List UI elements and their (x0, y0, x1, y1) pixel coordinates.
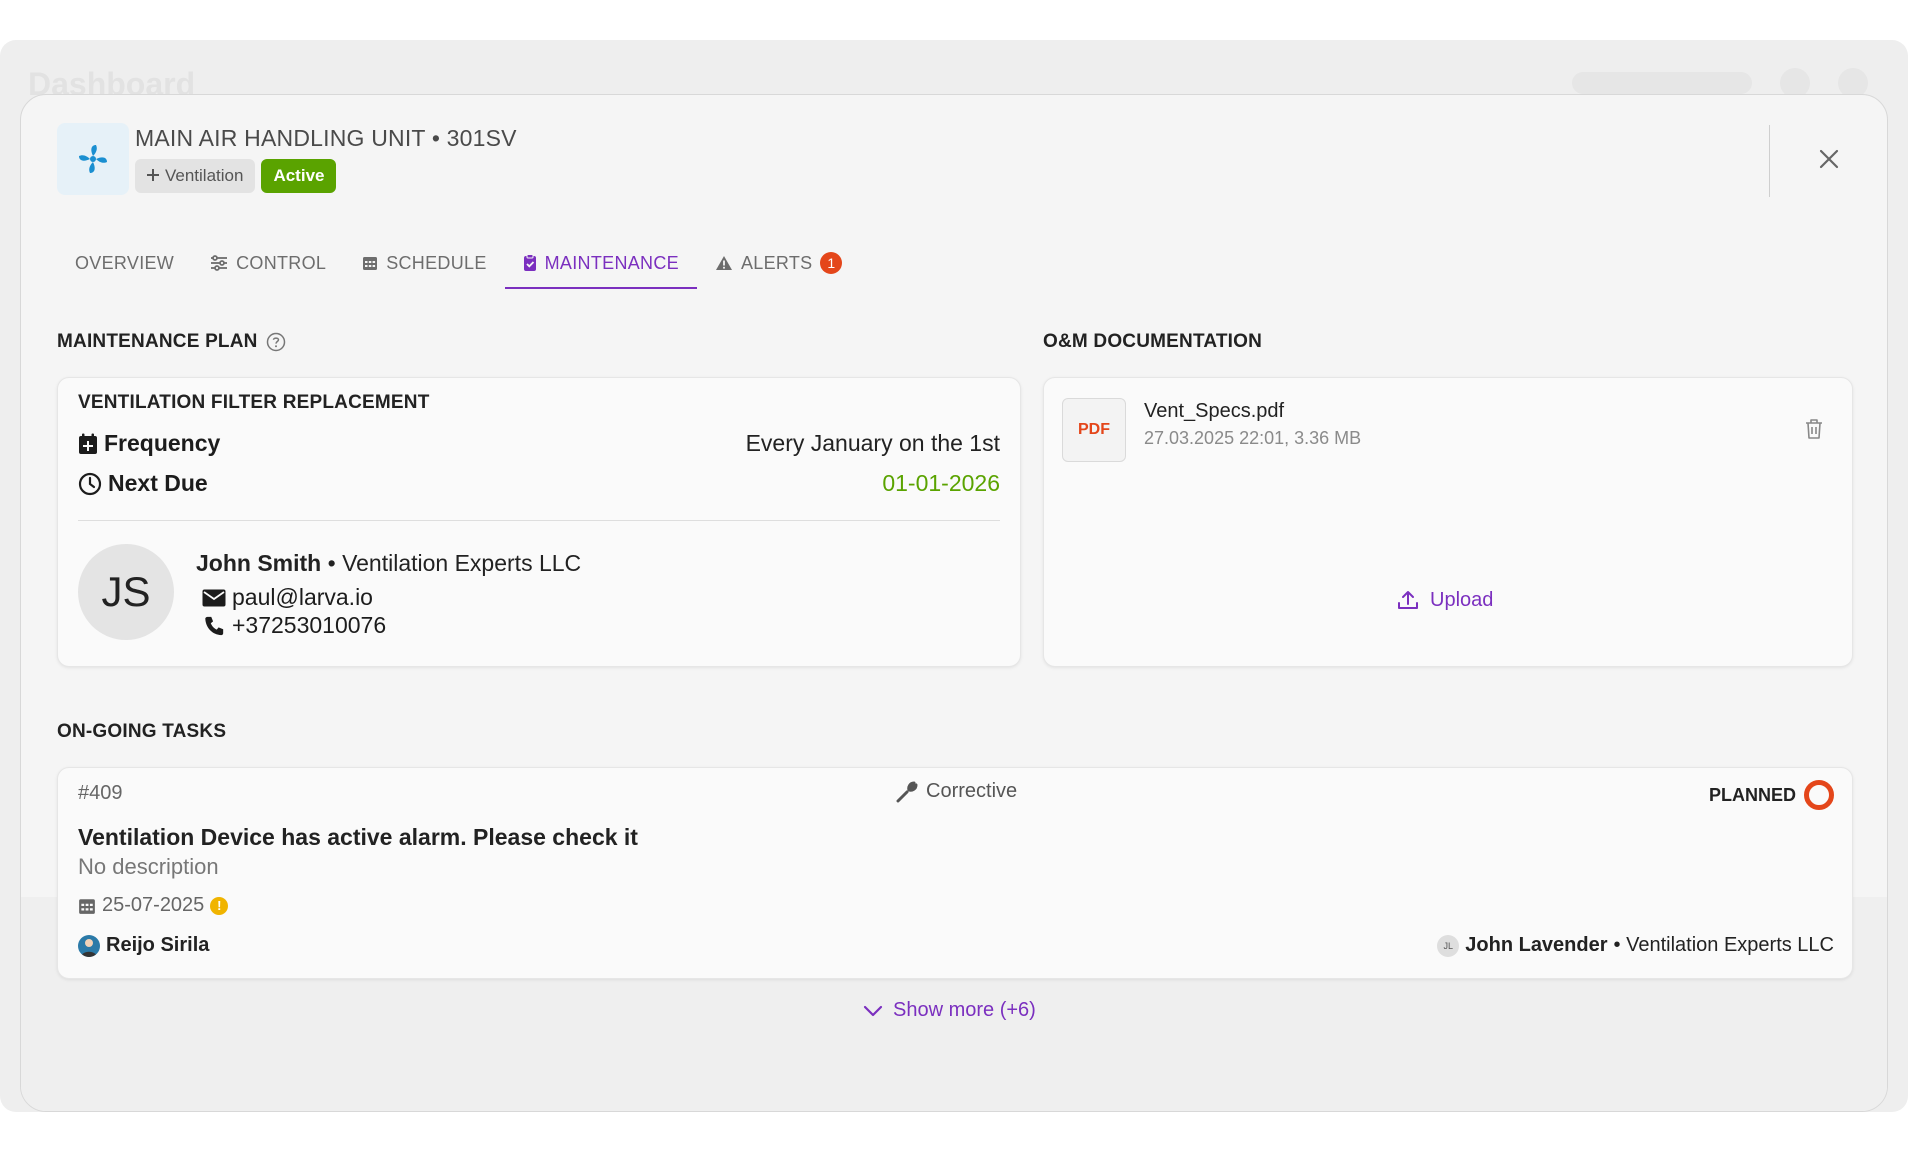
wrench-icon (896, 781, 918, 802)
task-type-label: Corrective (926, 780, 1018, 802)
contractor-avatar: JL (1437, 934, 1460, 957)
clipboard-icon (523, 254, 536, 271)
frequency-label: Frequency (104, 430, 221, 456)
delete-button[interactable] (1804, 418, 1824, 445)
calendar-plus-icon (79, 433, 97, 454)
trash-icon (1806, 419, 1822, 439)
tasks-title: ON-GOING TASKS (57, 721, 227, 742)
contact-email-row: paul@larva.io (202, 584, 373, 611)
upload-label: Upload (1430, 588, 1494, 611)
contact-email[interactable]: paul@larva.io (232, 584, 373, 611)
calendar-icon (363, 257, 378, 270)
plan-divider (78, 520, 1000, 521)
alerts-count-badge: 1 (820, 252, 843, 274)
tab-bar: OVERVIEW CONTROL SCHEDULE MAINTENANCE AL… (57, 237, 860, 289)
plan-name: VENTILATION FILTER REPLACEMENT (78, 392, 430, 413)
contact-company: • Ventilation Experts LLC (321, 550, 582, 576)
task-status-label: PLANNED (1708, 784, 1796, 805)
status-ring-icon (1804, 780, 1834, 810)
next-due-label: Next Due (108, 470, 208, 496)
status-badge: Active (261, 159, 337, 193)
documentation-card: PDF Vent_Specs.pdf 27.03.2025 22:01, 3.3… (1043, 377, 1853, 667)
help-icon[interactable] (266, 332, 286, 352)
calendar-icon (79, 898, 95, 914)
task-type: Corrective (896, 780, 1017, 803)
warning-icon (715, 256, 732, 270)
task-status: PLANNED (1709, 780, 1834, 810)
maintenance-plan-title: MAINTENANCE PLAN (57, 331, 258, 352)
documentation-title: O&M DOCUMENTATION (1043, 331, 1263, 352)
tab-control[interactable]: CONTROL (192, 237, 344, 289)
fan-small-icon (147, 166, 159, 186)
chevron-down-icon (863, 1005, 883, 1016)
next-due-row: Next Due 01-01-2026 (78, 470, 1000, 497)
task-card[interactable]: #409 Corrective PLANNED Ventilation Devi… (57, 767, 1853, 979)
document-meta: 27.03.2025 22:01, 3.36 MB (1144, 428, 1362, 448)
contractor-name: John Lavender (1465, 934, 1608, 956)
upload-button[interactable]: Upload (1396, 588, 1493, 612)
category-tag-label: Ventilation (165, 166, 244, 185)
contact-name: John Smith (196, 550, 322, 576)
header-divider (1769, 125, 1770, 197)
frequency-row: Frequency Every January on the 1st (78, 430, 1000, 457)
device-modal: MAIN AIR HANDLING UNIT • 301SV Ventilati… (20, 94, 1888, 1112)
tab-overview-label: OVERVIEW (75, 252, 175, 273)
show-more-label: Show more (+6) (893, 999, 1036, 1021)
tab-maintenance[interactable]: MAINTENANCE (504, 237, 698, 289)
mail-icon (202, 589, 226, 606)
device-tags: Ventilation Active (135, 159, 337, 193)
document-name[interactable]: Vent_Specs.pdf (1144, 400, 1284, 423)
tab-alerts-label: ALERTS (740, 252, 813, 273)
task-contractor: JL John Lavender • Ventilation Experts L… (1437, 934, 1834, 957)
frequency-label-wrap: Frequency (78, 430, 220, 457)
upload-icon (1398, 591, 1418, 609)
pdf-file-icon[interactable]: PDF (1062, 398, 1126, 462)
device-title: MAIN AIR HANDLING UNIT • 301SV (135, 125, 517, 151)
task-title: Ventilation Device has active alarm. Ple… (78, 824, 638, 850)
background-pill (1572, 72, 1752, 94)
contact-phone-row: +37253010076 (202, 612, 386, 639)
contractor-company: • Ventilation Experts LLC (1613, 934, 1834, 956)
maintenance-plan-card: VENTILATION FILTER REPLACEMENT Frequency… (57, 377, 1021, 667)
task-id: #409 (78, 782, 123, 804)
avatar: JS (78, 544, 174, 640)
documentation-heading: O&M DOCUMENTATION (1043, 331, 1262, 353)
next-due-value: 01-01-2026 (882, 470, 1000, 496)
tasks-heading: ON-GOING TASKS (57, 721, 226, 743)
contact-name-line: John Smith • Ventilation Experts LLC (196, 550, 581, 577)
show-more-button[interactable]: Show more (+6) (863, 999, 1036, 1022)
task-assignee: Reijo Sirila (78, 934, 209, 957)
contact-phone[interactable]: +37253010076 (232, 612, 386, 639)
maintenance-plan-heading: MAINTENANCE PLAN (57, 331, 286, 353)
tab-overview[interactable]: OVERVIEW (57, 237, 192, 289)
close-icon (1819, 149, 1839, 169)
tab-control-label: CONTROL (236, 252, 327, 273)
close-button[interactable] (1815, 145, 1843, 173)
tab-maintenance-label: MAINTENANCE (544, 252, 679, 273)
tab-schedule-label: SCHEDULE (386, 252, 487, 273)
tab-alerts[interactable]: ALERTS 1 (697, 237, 861, 289)
category-tag: Ventilation (135, 159, 256, 193)
frequency-value: Every January on the 1st (745, 430, 1000, 456)
sliders-icon (211, 255, 228, 271)
next-due-label-wrap: Next Due (78, 470, 208, 497)
task-date: 25-07-2025 (102, 894, 205, 916)
clock-icon (78, 472, 102, 495)
warning-dot-icon: ! (210, 896, 229, 915)
task-date-row: 25-07-2025 ! (78, 894, 229, 917)
tab-schedule[interactable]: SCHEDULE (344, 237, 504, 289)
task-description: No description (78, 854, 219, 879)
fan-icon (57, 123, 129, 195)
assignee-name: Reijo Sirila (106, 934, 210, 956)
phone-icon (205, 616, 224, 635)
assignee-avatar (78, 934, 100, 957)
